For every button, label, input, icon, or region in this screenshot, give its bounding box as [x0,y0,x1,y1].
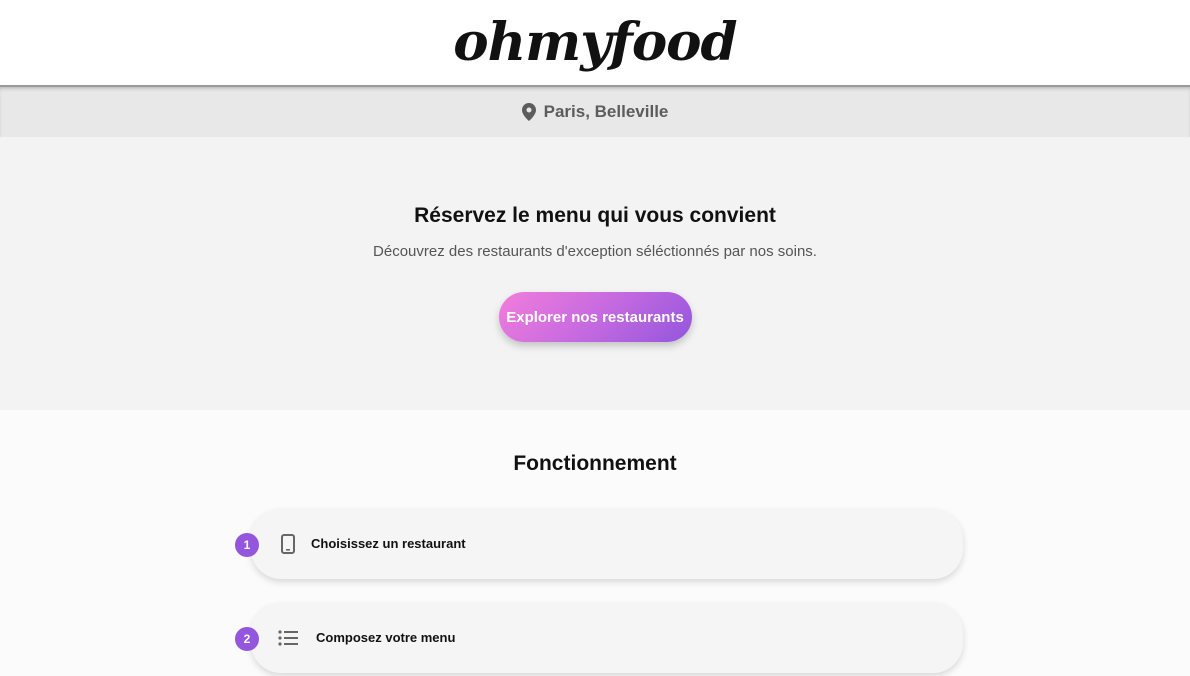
step-number-badge: 2 [235,627,259,651]
smartphone-icon [277,533,299,555]
step-label: Choisissez un restaurant [311,536,466,551]
location-bar: Paris, Belleville [0,87,1190,137]
map-pin-icon [521,103,536,121]
explore-restaurants-button[interactable]: Explorer nos restaurants [498,292,692,342]
list-icon [277,627,299,649]
how-it-works-section: Fonctionnement 1 Choisissez un restauran… [0,410,1190,673]
site-header: ohmyfood [0,0,1190,87]
hero-title: Réservez le menu qui vous convient [414,204,776,227]
step-label: Composez votre menu [316,630,456,645]
step-2: 2 Composez votre menu [235,603,963,673]
step-1: 1 Choisissez un restaurant [235,509,963,579]
how-title: Fonctionnement [513,452,677,475]
hero-section: Réservez le menu qui vous convient Décou… [0,137,1190,410]
step-number-badge: 1 [235,533,259,557]
hero-subtitle: Découvrez des restaurants d'exception sé… [373,243,817,260]
logo[interactable]: ohmyfood [453,12,737,73]
location-text: Paris, Belleville [543,102,669,121]
